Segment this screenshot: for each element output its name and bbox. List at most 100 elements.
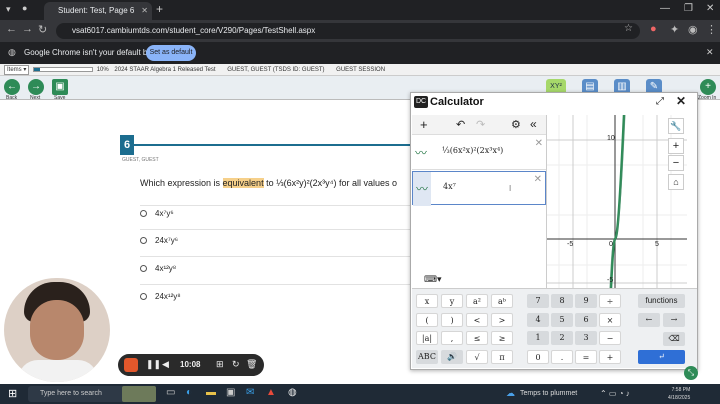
- key-num-1-1[interactable]: 5: [551, 313, 573, 327]
- graph-canvas[interactable]: 10 -5 -5 0 5: [546, 115, 687, 288]
- profile-icon[interactable]: ●: [22, 3, 27, 13]
- pause-icon[interactable]: ❚❚: [146, 359, 161, 370]
- close-infobar-icon[interactable]: ✕: [706, 47, 714, 58]
- radio-icon[interactable]: [140, 293, 147, 300]
- key-left-1-0[interactable]: (: [416, 313, 438, 327]
- key-num-1-0[interactable]: 4: [527, 313, 549, 327]
- redo-icon[interactable]: ↷: [476, 118, 485, 131]
- reload-icon[interactable]: ↻: [38, 23, 47, 36]
- add-expression-icon[interactable]: +: [420, 117, 428, 132]
- expression-2[interactable]: 4x⁷: [443, 182, 456, 191]
- key-num-2-3[interactable]: −: [599, 331, 621, 345]
- task-view-icon[interactable]: ▭: [166, 387, 175, 398]
- url-field[interactable]: vsat6017.cambiumtds.com/student_core/V29…: [56, 23, 640, 39]
- close-tab-icon[interactable]: ✕: [141, 2, 148, 20]
- expression-1[interactable]: ⅓(6x²x)²(2x³x⁴): [442, 146, 503, 155]
- key-left-0-0[interactable]: x: [416, 294, 438, 308]
- key-left-0-3[interactable]: aᵇ: [491, 294, 513, 308]
- restart-icon[interactable]: ↻: [232, 359, 240, 370]
- delete-expression-icon[interactable]: ✕: [535, 138, 543, 149]
- edge-icon[interactable]: ◐: [186, 387, 192, 398]
- menu-icon[interactable]: ⋮: [706, 23, 717, 36]
- key-num-0-2[interactable]: 9: [575, 294, 597, 308]
- mail-icon[interactable]: ✉: [246, 387, 254, 398]
- zoom-in-icon[interactable]: +: [700, 79, 716, 95]
- key-left-0-2[interactable]: a²: [466, 294, 488, 308]
- key-num-1-3[interactable]: ×: [599, 313, 621, 327]
- system-tray-icons[interactable]: ⌃ ▭ ◔ ♪: [600, 389, 630, 398]
- option-b[interactable]: 24x⁷y⁶: [140, 236, 415, 250]
- key-num-3-1[interactable]: .: [551, 350, 573, 364]
- back-arrow-icon[interactable]: ←: [4, 79, 20, 95]
- wrench-icon[interactable]: 🔧: [668, 118, 684, 134]
- rewind-icon[interactable]: ◀: [162, 359, 169, 370]
- key-left-3-2[interactable]: √: [466, 350, 488, 364]
- taskbar-clock[interactable]: 7:58 PM 4/18/2025: [668, 386, 690, 402]
- maximize-icon[interactable]: ❐: [684, 3, 693, 14]
- expression-row-1[interactable]: 〰 ⅓(6x²x)²(2x³x⁴) ✕: [412, 136, 546, 170]
- undo-icon[interactable]: ↶: [456, 118, 465, 131]
- key-left-2-1[interactable]: ,: [441, 331, 463, 345]
- radio-icon[interactable]: [140, 237, 147, 244]
- expression-list-empty[interactable]: [412, 206, 546, 270]
- key-num-2-1[interactable]: 2: [551, 331, 573, 345]
- graph-line-icon[interactable]: 〰: [413, 172, 431, 206]
- key-num-2-2[interactable]: 3: [575, 331, 597, 345]
- tab-student-test[interactable]: Student: Test, Page 6 ✕: [44, 2, 152, 20]
- key-num-0-1[interactable]: 8: [551, 294, 573, 308]
- enter-key[interactable]: ↵: [638, 350, 685, 364]
- key-left-1-3[interactable]: >: [491, 313, 513, 327]
- key-left-2-3[interactable]: ≥: [491, 331, 513, 345]
- file-explorer-icon[interactable]: ▬: [206, 387, 216, 398]
- expression-row-2[interactable]: 〰 4x⁷ I ✕: [412, 171, 546, 206]
- key-num-3-2[interactable]: =: [575, 350, 597, 364]
- close-calculator-icon[interactable]: ✕: [676, 94, 686, 108]
- right-arrow-key[interactable]: →: [663, 313, 685, 327]
- app-icon[interactable]: ▲: [266, 387, 276, 398]
- next-arrow-icon[interactable]: →: [28, 79, 44, 95]
- key-num-0-3[interactable]: ÷: [599, 294, 621, 308]
- zoom-out-graph-icon[interactable]: −: [668, 155, 684, 171]
- left-arrow-key[interactable]: ←: [638, 313, 660, 327]
- home-view-icon[interactable]: ⌂: [668, 174, 684, 190]
- avatar[interactable]: ◉: [688, 23, 698, 36]
- key-num-3-0[interactable]: 0: [527, 350, 549, 364]
- key-left-3-1[interactable]: 🔊: [441, 350, 463, 364]
- delete-expression-icon[interactable]: ✕: [534, 174, 542, 185]
- extension-icon[interactable]: ●: [650, 23, 657, 35]
- key-num-1-2[interactable]: 6: [575, 313, 597, 327]
- key-left-0-1[interactable]: y: [441, 294, 463, 308]
- backspace-key[interactable]: ⌫: [663, 332, 685, 346]
- key-num-2-0[interactable]: 1: [527, 331, 549, 345]
- trash-icon[interactable]: 🗑: [246, 359, 257, 370]
- zoom-in-graph-icon[interactable]: +: [668, 138, 684, 154]
- key-left-3-0[interactable]: ABC: [416, 350, 438, 364]
- bookmark-star-icon[interactable]: ☆: [624, 23, 633, 34]
- set-default-button[interactable]: Set as default: [146, 45, 196, 61]
- keyboard-toggle-icon[interactable]: ⌨▾: [424, 274, 446, 286]
- expand-icon[interactable]: ⤢: [656, 96, 664, 107]
- close-window-icon[interactable]: ✕: [706, 3, 714, 14]
- new-tab-button[interactable]: +: [156, 2, 163, 16]
- resize-handle-icon[interactable]: ⤡: [684, 366, 698, 380]
- key-left-1-2[interactable]: <: [466, 313, 488, 327]
- puzzle-icon[interactable]: ✦: [670, 23, 679, 36]
- key-left-2-2[interactable]: ≤: [466, 331, 488, 345]
- key-left-1-1[interactable]: ): [441, 313, 463, 327]
- store-icon[interactable]: ▣: [226, 387, 235, 398]
- taskbar-search[interactable]: Type here to search: [28, 386, 128, 402]
- save-icon[interactable]: ▣: [52, 79, 68, 95]
- radio-icon[interactable]: [140, 265, 147, 272]
- grid-icon[interactable]: ⊞: [216, 359, 224, 370]
- tab-search-icon[interactable]: ▾: [6, 4, 11, 15]
- key-left-3-3[interactable]: π: [491, 350, 513, 364]
- forward-nav-icon[interactable]: →: [22, 23, 33, 35]
- settings-gear-icon[interactable]: ⚙: [511, 118, 521, 131]
- option-a[interactable]: 4x⁷y⁶: [140, 209, 415, 223]
- option-d[interactable]: 24x¹²y⁸: [140, 292, 415, 306]
- key-num-3-3[interactable]: +: [599, 350, 621, 364]
- graph-line-icon[interactable]: 〰: [412, 136, 430, 170]
- windows-start-icon[interactable]: ⊞: [8, 387, 17, 400]
- chrome-taskbar-icon[interactable]: ◍: [288, 387, 297, 398]
- radio-icon[interactable]: [140, 210, 147, 217]
